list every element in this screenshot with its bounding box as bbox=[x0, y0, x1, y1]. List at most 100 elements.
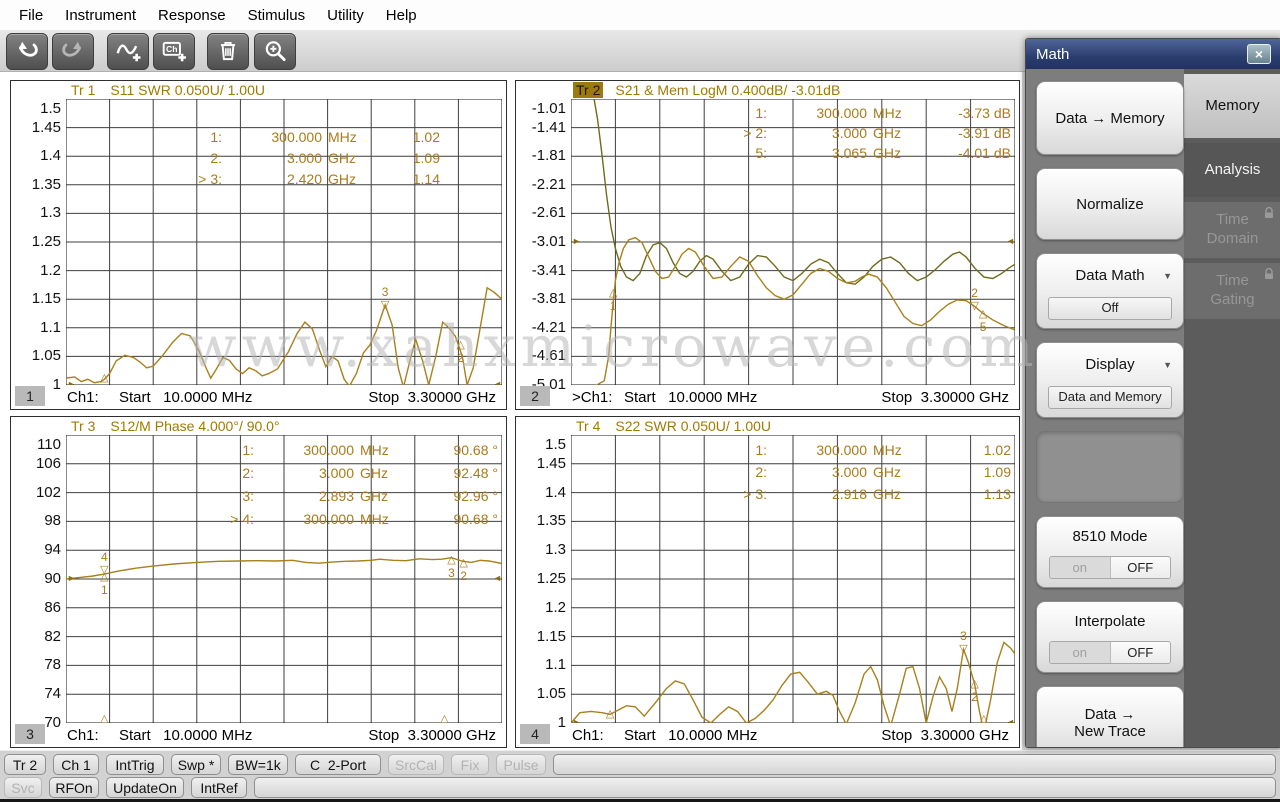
y-axis-tick: 1.3 bbox=[11, 205, 61, 221]
status-tr-2[interactable]: Tr 2 bbox=[4, 754, 46, 775]
y-axis-tick: 78 bbox=[11, 657, 61, 673]
status-inttrig[interactable]: IntTrig bbox=[106, 754, 164, 775]
tab-memory[interactable]: Memory bbox=[1184, 74, 1280, 138]
trace-header-tr4[interactable]: Tr 4S22 SWR 0.050U/ 1.00U bbox=[573, 418, 771, 434]
menu-item-file[interactable]: File bbox=[8, 5, 54, 26]
add-channel-button[interactable]: Ch bbox=[153, 33, 195, 70]
toggle-interpolate: onOFF bbox=[1049, 641, 1171, 664]
channel-tab[interactable]: 3 bbox=[15, 724, 45, 744]
status-row-2: Svc RFOn UpdateOn IntRef bbox=[4, 777, 1276, 798]
menu-item-help[interactable]: Help bbox=[375, 5, 428, 26]
math-sub-data-math[interactable]: Off bbox=[1048, 297, 1172, 320]
channel-tab[interactable]: 2 bbox=[520, 386, 550, 406]
marker-number: 4 bbox=[101, 550, 108, 564]
y-axis-tick: 1.1 bbox=[11, 320, 61, 336]
status-swp[interactable]: Swp * bbox=[171, 754, 221, 775]
zoom-button[interactable] bbox=[254, 33, 296, 70]
math-panel-titlebar[interactable]: Math × bbox=[1026, 39, 1280, 69]
menu-item-response[interactable]: Response bbox=[147, 5, 237, 26]
ref-level-right-icon: ◄ bbox=[493, 574, 502, 583]
trace-header-tr3[interactable]: Tr 3S12/M Phase 4.000°/ 90.0° bbox=[68, 418, 280, 434]
redo-button[interactable] bbox=[52, 33, 94, 70]
status-bw-1k[interactable]: BW=1k bbox=[228, 754, 288, 775]
plot-tr1: Tr 1S11 SWR 0.050U/ 1.00U1.51.451.41.351… bbox=[10, 80, 507, 410]
status-c-2-port[interactable]: C 2-Port bbox=[295, 754, 381, 775]
close-icon[interactable]: × bbox=[1247, 44, 1271, 64]
toggle-on[interactable]: on bbox=[1050, 642, 1110, 663]
marker-frequency: 300.000 bbox=[254, 442, 354, 458]
math-button-data-to-memory[interactable]: Data → Memory bbox=[1036, 81, 1184, 155]
trace-header-tr2[interactable]: Tr 2S21 & Mem LogM 0.400dB/ -3.01dB bbox=[573, 82, 840, 98]
add-trace-button[interactable] bbox=[107, 33, 149, 70]
math-button-normalize[interactable]: Normalize bbox=[1036, 168, 1184, 240]
math-button-data-math[interactable]: Data Math▼Off bbox=[1036, 253, 1184, 329]
status-intref[interactable]: IntRef bbox=[191, 777, 247, 798]
math-button-label: Data → Memory bbox=[1037, 110, 1183, 127]
marker-value: -3.73 dB bbox=[915, 105, 1011, 121]
math-panel-title: Math bbox=[1036, 46, 1069, 63]
menu-item-instrument[interactable]: Instrument bbox=[54, 5, 147, 26]
marker-number: 1 bbox=[101, 384, 108, 385]
plot-tr3: Tr 3S12/M Phase 4.000°/ 90.0°11010610298… bbox=[10, 416, 507, 748]
plot-grid: ►◄△1▽2△51:300.000MHz-3.73 dB> 2:3.000GHz… bbox=[571, 99, 1015, 385]
marker-unit: MHz bbox=[867, 442, 915, 458]
marker-frequency: 300.000 bbox=[767, 442, 867, 458]
marker-id: 2: bbox=[723, 464, 767, 480]
math-button-label: 8510 Mode bbox=[1037, 517, 1183, 556]
status-fix[interactable]: Fix bbox=[451, 754, 489, 775]
y-axis-tick: 86 bbox=[11, 600, 61, 616]
y-axis-tick: -2.61 bbox=[516, 205, 566, 221]
y-axis-tick: 1.25 bbox=[11, 234, 61, 250]
footer-start-label: Start 10.0000 MHz bbox=[119, 389, 252, 406]
tab-time-gating[interactable]: Time Gating bbox=[1184, 263, 1280, 319]
status-updateon[interactable]: UpdateOn bbox=[106, 777, 184, 798]
tab-label: Time Domain bbox=[1202, 211, 1264, 249]
math-panel: Math × MemoryAnalysis Time Domain Time Gat… bbox=[1025, 38, 1280, 748]
math-panel-body: MemoryAnalysis Time Domain Time Gating Dat… bbox=[1026, 69, 1280, 747]
trace-format: S22 SWR 0.050U/ 1.00U bbox=[615, 418, 771, 434]
math-sub-display[interactable]: Data and Memory bbox=[1048, 386, 1172, 409]
math-button-8510-mode[interactable]: 8510 ModeonOFF bbox=[1036, 516, 1184, 588]
marker-frequency: 3.000 bbox=[222, 150, 322, 166]
y-axis-tick: 94 bbox=[11, 542, 61, 558]
marker-unit: GHz bbox=[867, 145, 915, 161]
marker-id: 1: bbox=[210, 442, 254, 458]
status-svc[interactable]: Svc bbox=[4, 777, 42, 798]
toggle-off[interactable]: OFF bbox=[1110, 557, 1171, 578]
ref-level-right-icon: ◄ bbox=[1006, 718, 1015, 723]
status-pulse[interactable]: Pulse bbox=[496, 754, 546, 775]
marker-number: 3 bbox=[960, 629, 967, 643]
status-srccal[interactable]: SrcCal bbox=[388, 754, 444, 775]
math-button-interpolate[interactable]: InterpolateonOFF bbox=[1036, 601, 1184, 673]
marker-id: 1: bbox=[723, 442, 767, 458]
tab-time-domain[interactable]: Time Domain bbox=[1184, 202, 1280, 258]
math-button-data-to-new-trace[interactable]: Data →New Trace bbox=[1036, 686, 1184, 748]
toggle-on[interactable]: on bbox=[1050, 557, 1110, 578]
status-row-1: Tr 2 Ch 1 IntTrig Swp * BW=1k C 2-Port SrcCal F… bbox=[4, 754, 1276, 775]
marker-readout-row: 1:300.000MHz1.02 bbox=[178, 126, 440, 147]
toggle-off[interactable]: OFF bbox=[1110, 642, 1171, 663]
trace-format: S12/M Phase 4.000°/ 90.0° bbox=[110, 418, 279, 434]
marker-unit: GHz bbox=[322, 150, 370, 166]
undo-icon bbox=[14, 38, 40, 64]
marker-readout-row: > 3:2.420GHz1.14 bbox=[178, 168, 440, 189]
marker-unit: GHz bbox=[867, 486, 915, 502]
channel-tab[interactable]: 4 bbox=[520, 724, 550, 744]
undo-button[interactable] bbox=[6, 33, 48, 70]
ref-level-left-icon: ► bbox=[572, 237, 581, 246]
channel-tab[interactable]: 1 bbox=[15, 386, 45, 406]
marker-frequency: 300.000 bbox=[767, 105, 867, 121]
delete-button[interactable] bbox=[207, 33, 249, 70]
math-button-label: Normalize bbox=[1037, 196, 1183, 213]
y-axis-tick: 1.1 bbox=[516, 657, 566, 673]
marker-frequency: 2.893 bbox=[254, 488, 354, 504]
status-blank-field bbox=[553, 754, 1276, 775]
menu-item-stimulus[interactable]: Stimulus bbox=[237, 5, 317, 26]
trace-header-tr1[interactable]: Tr 1S11 SWR 0.050U/ 1.00U bbox=[68, 82, 265, 98]
tab-analysis[interactable]: Analysis bbox=[1184, 143, 1280, 197]
status-ch-1[interactable]: Ch 1 bbox=[53, 754, 99, 775]
math-button-display[interactable]: Display▼Data and Memory bbox=[1036, 342, 1184, 418]
status-rfon[interactable]: RFOn bbox=[49, 777, 99, 798]
menu-item-utility[interactable]: Utility bbox=[316, 5, 375, 26]
zoom-icon bbox=[262, 38, 288, 64]
